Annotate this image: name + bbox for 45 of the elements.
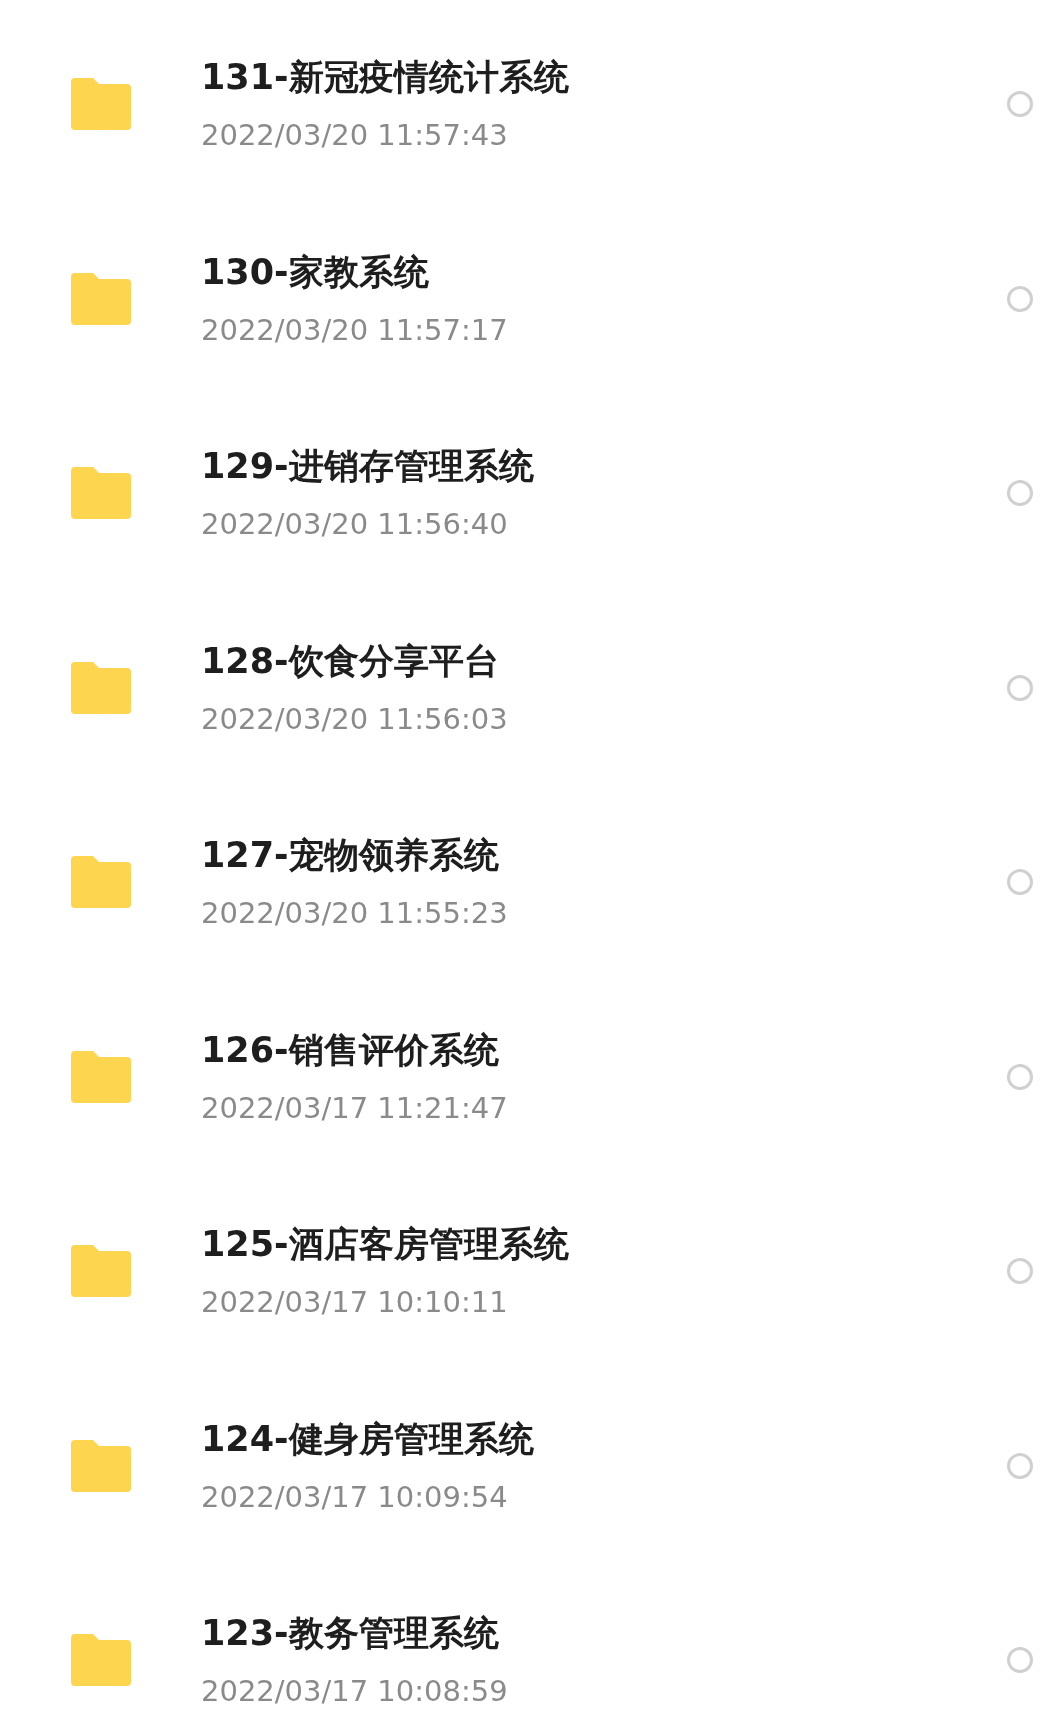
- select-radio[interactable]: [1007, 480, 1033, 507]
- select-radio[interactable]: [1007, 674, 1033, 701]
- folder-row[interactable]: 129-进销存管理系统 2022/03/20 11:56:40: [0, 396, 1063, 591]
- modified-date: 2022/03/20 11:56:03: [201, 700, 509, 738]
- select-radio[interactable]: [1007, 1452, 1033, 1479]
- select-radio[interactable]: [1007, 91, 1033, 118]
- folder-icon: [71, 1050, 131, 1103]
- modified-date: 2022/03/17 10:08:59: [201, 1673, 509, 1711]
- folder-name: 131-新冠疫情统计系统: [201, 56, 570, 100]
- select-radio[interactable]: [1007, 1063, 1033, 1090]
- modified-date: 2022/03/17 10:10:11: [201, 1284, 509, 1322]
- folder-row[interactable]: 124-健身房管理系统 2022/03/17 10:09:54: [0, 1368, 1063, 1563]
- modified-date: 2022/03/17 11:21:47: [201, 1089, 509, 1127]
- folder-icon: [71, 78, 131, 131]
- folder-row[interactable]: 123-教务管理系统 2022/03/17 10:08:59: [0, 1563, 1063, 1713]
- folder-icon: [71, 467, 131, 520]
- folder-icon: [71, 1634, 131, 1687]
- folder-name: 127-宠物领养系统: [201, 834, 500, 878]
- folder-name: 125-酒店客房管理系统: [201, 1223, 570, 1267]
- folder-icon: [71, 272, 131, 325]
- modified-date: 2022/03/20 11:57:43: [201, 117, 509, 155]
- folder-name: 130-家教系统: [201, 250, 430, 294]
- modified-date: 2022/03/17 10:09:54: [201, 1478, 509, 1516]
- folder-icon: [71, 856, 131, 909]
- modified-date: 2022/03/20 11:57:17: [201, 311, 509, 349]
- folder-row[interactable]: 125-酒店客房管理系统 2022/03/17 10:10:11: [0, 1174, 1063, 1369]
- folder-row[interactable]: 126-销售评价系统 2022/03/17 11:21:47: [0, 979, 1063, 1174]
- folder-name: 129-进销存管理系统: [201, 445, 535, 489]
- folder-icon: [71, 1245, 131, 1298]
- folder-icon: [71, 661, 131, 714]
- select-radio[interactable]: [1007, 285, 1033, 312]
- folder-row[interactable]: 131-新冠疫情统计系统 2022/03/20 11:57:43: [0, 7, 1063, 202]
- folder-row[interactable]: 127-宠物领养系统 2022/03/20 11:55:23: [0, 785, 1063, 980]
- select-radio[interactable]: [1007, 1258, 1033, 1285]
- folder-name: 126-销售评价系统: [201, 1028, 500, 1072]
- folder-row[interactable]: 130-家教系统 2022/03/20 11:57:17: [0, 201, 1063, 396]
- folder-row[interactable]: 128-饮食分享平台 2022/03/20 11:56:03: [0, 590, 1063, 785]
- select-radio[interactable]: [1007, 1647, 1033, 1674]
- folder-name: 128-饮食分享平台: [201, 639, 500, 683]
- folder-name: 124-健身房管理系统: [201, 1417, 535, 1461]
- modified-date: 2022/03/20 11:55:23: [201, 895, 509, 933]
- modified-date: 2022/03/20 11:56:40: [201, 506, 509, 544]
- folder-icon: [71, 1439, 131, 1492]
- select-radio[interactable]: [1007, 869, 1033, 896]
- folder-name: 123-教务管理系统: [201, 1612, 500, 1656]
